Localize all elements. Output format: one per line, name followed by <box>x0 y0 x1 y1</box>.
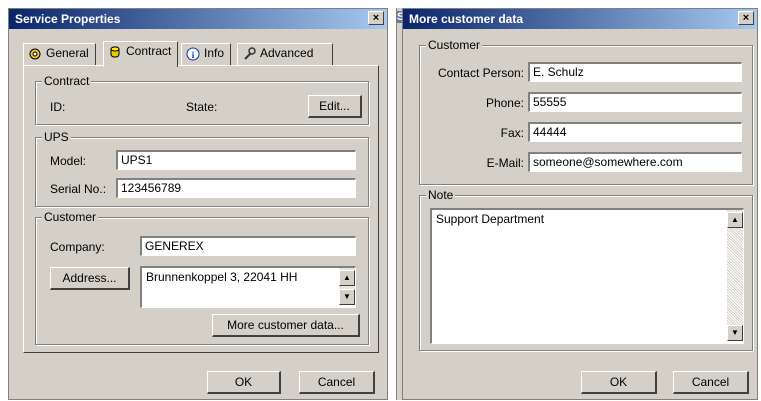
group-legend: UPS <box>42 130 71 144</box>
tab-label: General <box>46 46 89 60</box>
close-button[interactable]: × <box>738 11 754 25</box>
note-textarea[interactable]: Support Department ▲ ▼ <box>430 208 744 344</box>
close-button[interactable]: × <box>368 11 384 25</box>
cancel-button[interactable]: Cancel <box>673 371 749 394</box>
scroll-up-button[interactable]: ▲ <box>339 270 355 286</box>
address-scrollbar[interactable]: ▲ ▼ <box>339 268 355 305</box>
group-legend: Note <box>426 188 456 202</box>
fax-label: Fax: <box>500 126 524 140</box>
contact-person-input[interactable]: E. Schulz <box>528 62 742 82</box>
cancel-button[interactable]: Cancel <box>299 371 375 394</box>
email-input[interactable]: someone@somewhere.com <box>528 152 742 172</box>
title-bar[interactable]: Service Properties × <box>9 9 387 29</box>
gear-icon <box>29 48 41 60</box>
tab-general[interactable]: General <box>23 43 96 65</box>
more-customer-data-button[interactable]: More customer data... <box>212 314 360 337</box>
tab-contract[interactable]: Contract <box>103 41 179 67</box>
tab-label: Contract <box>126 44 172 58</box>
edit-button[interactable]: Edit... <box>308 95 362 118</box>
model-input[interactable]: UPS1 <box>116 150 356 170</box>
note-value: Support Department <box>436 212 545 226</box>
dialog-title: Service Properties <box>15 12 121 26</box>
database-icon <box>110 46 120 58</box>
ups-group: UPS Model: UPS1 Serial No.: 123456789 <box>35 130 369 207</box>
scroll-down-button[interactable]: ▼ <box>727 325 743 341</box>
note-group: Note Support Department ▲ ▼ <box>419 188 753 351</box>
address-button[interactable]: Address... <box>50 267 130 290</box>
contract-group: Contract ID: State: Edit... <box>35 74 369 125</box>
state-label: State: <box>186 100 218 114</box>
title-bar[interactable]: More customer data × <box>403 9 757 29</box>
email-label: E-Mail: <box>486 156 524 170</box>
tab-advanced[interactable]: Advanced <box>237 43 333 65</box>
serial-input[interactable]: 123456789 <box>116 178 356 198</box>
customer-group: Customer Contact Person: E. Schulz Phone… <box>419 38 753 185</box>
company-label: Company: <box>50 240 105 254</box>
address-textarea[interactable]: Brunnenkoppel 3, 22041 HH ▲ ▼ <box>140 266 356 308</box>
service-properties-dialog: Service Properties × General Contract iI… <box>8 8 388 400</box>
fax-input[interactable]: 44444 <box>528 122 742 142</box>
ok-button[interactable]: OK <box>207 371 281 394</box>
group-legend: Contract <box>42 74 92 88</box>
scroll-down-button[interactable]: ▼ <box>339 289 355 305</box>
dialog-title: More customer data <box>409 12 524 26</box>
more-customer-data-dialog: More customer data × Customer Contact Pe… <box>402 8 758 400</box>
tab-label: Advanced <box>260 46 314 60</box>
phone-label: Phone: <box>485 96 524 110</box>
model-label: Model: <box>50 154 87 168</box>
group-legend: Customer <box>426 38 483 52</box>
info-icon: i <box>186 47 200 61</box>
tab-info[interactable]: i Info <box>181 43 232 65</box>
note-scrollbar[interactable]: ▲ ▼ <box>727 210 743 341</box>
id-label: ID: <box>50 100 66 114</box>
address-value: Brunnenkoppel 3, 22041 HH <box>146 270 298 284</box>
company-input[interactable]: GENEREX <box>140 236 356 256</box>
scroll-up-button[interactable]: ▲ <box>727 212 743 228</box>
wrench-icon <box>244 47 256 60</box>
customer-group: Customer Company: GENEREX Address... Bru… <box>35 210 369 345</box>
phone-input[interactable]: 55555 <box>528 92 742 112</box>
contact-person-label: Contact Person: <box>437 66 524 80</box>
serial-label: Serial No.: <box>50 182 107 196</box>
tab-label: Info <box>204 46 225 60</box>
group-legend: Customer <box>42 210 99 224</box>
ok-button[interactable]: OK <box>581 371 657 394</box>
